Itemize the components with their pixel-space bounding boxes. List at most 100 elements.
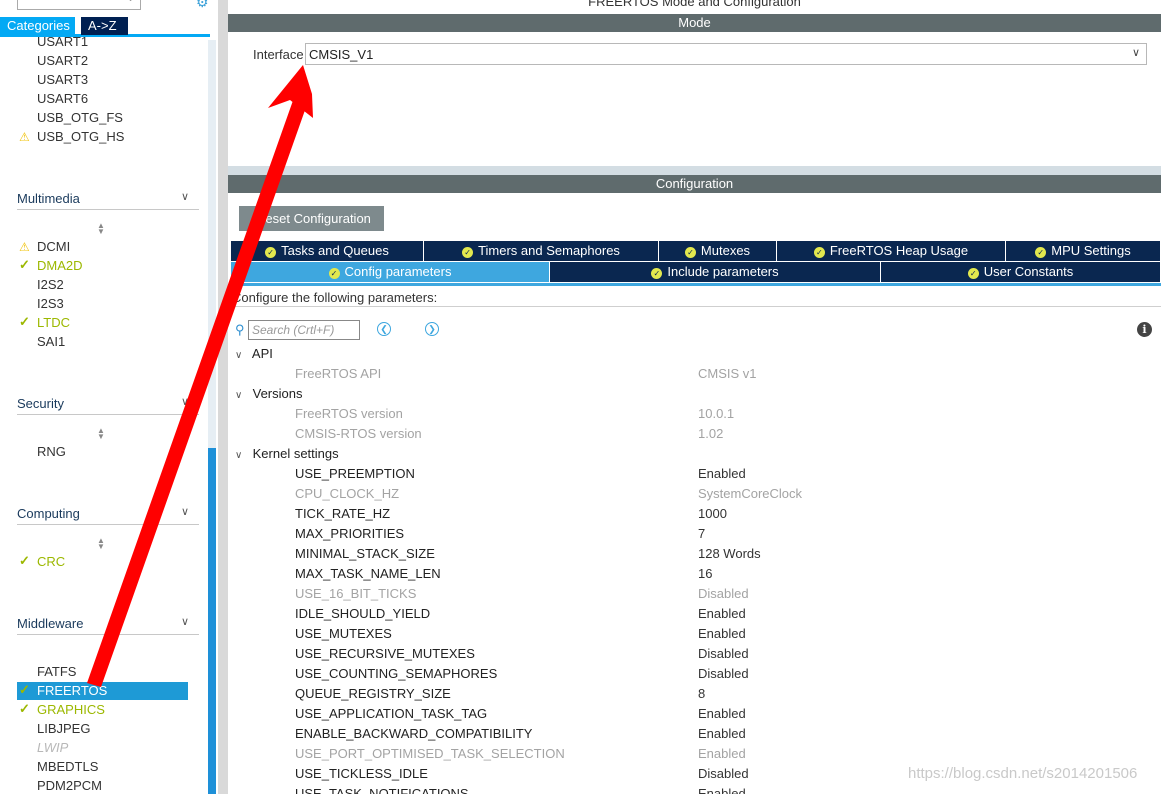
table-row[interactable]: USE_RECURSIVE_MUTEXES Disabled [228,644,1161,664]
list-item[interactable]: LTDC [37,314,70,332]
check-circle-icon: ✓ [328,268,340,279]
param-value[interactable]: Enabled [698,464,746,484]
group-versions[interactable]: ∨ Versions [235,385,303,403]
param-value[interactable]: Enabled [698,624,746,644]
sort-icon[interactable]: ▲ ▼ [96,537,106,551]
category-header-security[interactable]: Security ∨ [17,393,199,415]
chevron-down-icon[interactable]: ∨ [181,395,189,408]
tab-config-parameters[interactable]: ✓ Config parameters [231,262,550,282]
check-icon: ✓ [19,257,30,272]
tab-timers-and-semaphores[interactable]: ✓ Timers and Semaphores [424,241,659,261]
param-value[interactable]: Enabled [698,704,746,724]
list-item[interactable]: USART3 [37,71,88,89]
param-value[interactable]: 128 Words [698,544,761,564]
list-item[interactable]: I2S2 [37,276,64,294]
param-name: USE_TASK_NOTIFICATIONS [295,786,469,794]
table-row[interactable]: MAX_PRIORITIES 7 [228,524,1161,544]
tab-user-constants[interactable]: ✓ User Constants [881,262,1161,282]
table-row[interactable]: USE_TASK_NOTIFICATIONS Enabled [228,784,1161,794]
list-item[interactable]: DMA2D [37,257,83,275]
chevron-down-icon[interactable]: ∨ [181,190,189,203]
splitter[interactable] [228,166,1161,175]
category-header-middleware[interactable]: Middleware ∨ [17,613,199,635]
sidebar-search-input[interactable]: ⌵ [17,0,141,10]
param-value[interactable]: Enabled [698,724,746,744]
scrollbar-thumb[interactable] [208,448,216,794]
list-item-selected[interactable]: FREERTOS [17,682,188,700]
warning-icon: ⚠ [19,240,30,254]
interface-select[interactable]: CMSIS_V1 ∨ [305,43,1147,65]
list-item[interactable]: PDM2PCM [37,777,102,794]
list-item[interactable]: LIBJPEG [37,720,90,738]
param-value[interactable]: 16 [698,564,712,584]
list-item[interactable]: GRAPHICS [37,701,105,719]
param-value[interactable]: Enabled [698,604,746,624]
tab-mutexes[interactable]: ✓ Mutexes [659,241,777,261]
param-name: USE_APPLICATION_TASK_TAG [295,706,488,721]
table-row[interactable]: IDLE_SHOULD_YIELD Enabled [228,604,1161,624]
previous-match-button[interactable]: ❮ [377,322,391,336]
chevron-down-icon[interactable]: ∨ [235,447,249,465]
chevron-down-icon[interactable]: ∨ [235,387,249,405]
tab-freertos-heap-usage[interactable]: ✓ FreeRTOS Heap Usage [777,241,1006,261]
list-item[interactable]: USART6 [37,90,88,108]
list-item[interactable]: MBEDTLS [37,758,98,776]
list-item[interactable]: USB_OTG_FS [37,109,123,127]
category-header-multimedia[interactable]: Multimedia ∨ [17,188,199,210]
tab-label: Mutexes [700,243,751,258]
param-value[interactable]: Disabled [698,764,749,784]
panel-splitter[interactable] [218,0,228,794]
table-row[interactable]: USE_COUNTING_SEMAPHORES Disabled [228,664,1161,684]
list-item[interactable]: CRC [37,553,65,571]
table-row[interactable]: QUEUE_REGISTRY_SIZE 8 [228,684,1161,704]
group-kernel-settings[interactable]: ∨ Kernel settings [235,445,339,463]
list-item[interactable]: RNG [37,443,66,461]
table-row: FreeRTOS version 10.0.1 [228,404,1161,424]
list-item[interactable]: USART2 [37,52,88,70]
list-item[interactable]: DCMI [37,238,70,256]
reset-configuration-button[interactable]: Reset Configuration [239,206,384,231]
gear-icon[interactable]: ⚙ [196,0,212,10]
table-row[interactable]: TICK_RATE_HZ 1000 [228,504,1161,524]
list-item[interactable]: USART1 [37,33,88,51]
list-item[interactable]: USB_OTG_HS [37,128,124,146]
param-value[interactable]: 7 [698,524,705,544]
table-row[interactable]: ENABLE_BACKWARD_COMPATIBILITY Enabled [228,724,1161,744]
config-tabs-row-2: ✓ Config parameters ✓ Include parameters ✓… [231,262,1161,282]
sort-icon[interactable]: ▲ ▼ [96,222,106,236]
category-header-computing[interactable]: Computing ∨ [17,503,199,525]
table-row[interactable]: MAX_TASK_NAME_LEN 16 [228,564,1161,584]
group-api[interactable]: ∨ API [235,345,273,363]
param-value[interactable]: Enabled [698,784,746,794]
check-circle-icon: ✓ [462,247,474,258]
chevron-down-icon[interactable]: ⌵ [127,0,134,4]
tab-mpu-settings[interactable]: ✓ MPU Settings [1006,241,1161,261]
chevron-down-icon[interactable]: ∨ [235,347,249,365]
parameter-search-input[interactable]: Search (Crtl+F) [248,320,360,340]
param-name: CPU_CLOCK_HZ [295,486,400,501]
tab-tasks-and-queues[interactable]: ✓ Tasks and Queues [231,241,424,261]
list-item[interactable]: I2S3 [37,295,64,313]
param-value[interactable]: 1000 [698,504,727,524]
param-name: MAX_PRIORITIES [295,526,405,541]
chevron-down-icon[interactable]: ∨ [181,505,189,518]
param-value[interactable]: Disabled [698,664,749,684]
param-value[interactable]: Disabled [698,644,749,664]
table-row[interactable]: USE_APPLICATION_TASK_TAG Enabled [228,704,1161,724]
sidebar-scrollbar[interactable] [208,40,216,794]
table-row[interactable]: USE_MUTEXES Enabled [228,624,1161,644]
next-match-button[interactable]: ❯ [425,322,439,336]
tab-label: Tasks and Queues [281,243,389,258]
table-row[interactable]: MINIMAL_STACK_SIZE 128 Words [228,544,1161,564]
param-value[interactable]: 8 [698,684,705,704]
sort-icon[interactable]: ▲ ▼ [96,427,106,441]
table-row[interactable]: USE_PREEMPTION Enabled [228,464,1161,484]
list-item[interactable]: FATFS [37,663,76,681]
list-item[interactable]: SAI1 [37,333,65,351]
check-circle-icon: ✓ [967,268,979,279]
chevron-down-icon[interactable]: ∨ [1132,46,1140,59]
tab-include-parameters[interactable]: ✓ Include parameters [550,262,881,282]
chevron-down-icon[interactable]: ∨ [181,615,189,628]
configure-label: Configure the following parameters: [232,290,438,305]
info-icon[interactable]: i [1137,322,1152,337]
